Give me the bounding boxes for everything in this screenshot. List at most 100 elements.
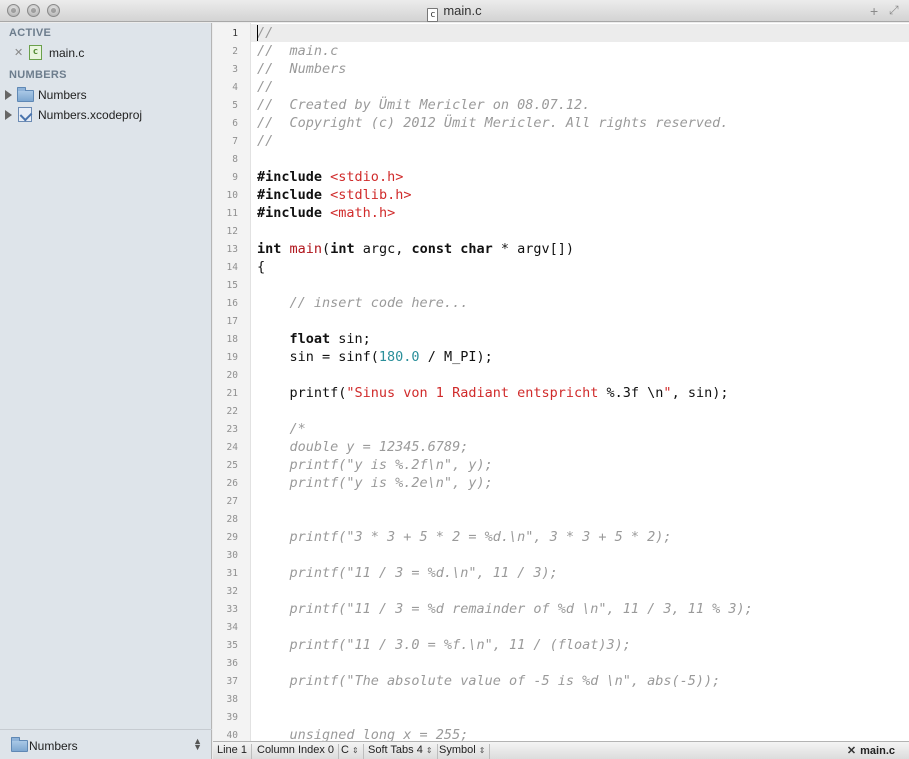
line-number: 14 [226, 262, 238, 273]
xcodeproj-icon [18, 107, 32, 122]
line-number: 9 [232, 172, 238, 183]
code-line: unsigned long x = 255; [257, 727, 469, 741]
line-number: 3 [232, 64, 238, 75]
text-caret [257, 25, 258, 41]
tab-size-selector[interactable]: Soft Tabs 4 ⇕ [364, 744, 438, 759]
code-line: float sin; [289, 331, 371, 347]
project-selector[interactable]: Numbers ▲ ▼ [0, 729, 212, 759]
code-line: // Copyright (c) 2012 Ümit Mericler. All… [257, 115, 729, 131]
code-line: printf("3 * 3 + 5 * 2 = %d.\n", 3 * 3 + … [257, 529, 672, 545]
code-line: #include <stdio.h> [257, 169, 404, 185]
code-line: #include <stdlib.h> [257, 187, 412, 203]
line-number: 11 [226, 208, 238, 219]
code-line: printf("Sinus von 1 Radiant entspricht %… [257, 385, 729, 401]
add-icon[interactable]: + [870, 3, 878, 19]
line-number: 23 [226, 424, 238, 435]
line-number: 2 [232, 46, 238, 57]
current-line-highlight [213, 24, 909, 42]
line-number: 15 [226, 280, 238, 291]
line-number: 22 [226, 406, 238, 417]
code-line: sin = sinf(180.0 / M_PI); [257, 349, 493, 365]
line-indicator-text: Line 1 [217, 744, 247, 756]
code-line: // main.c [257, 43, 339, 59]
code-line: { [257, 259, 266, 275]
symbol-selector-text: Symbol [439, 744, 476, 756]
line-number: 6 [232, 118, 238, 129]
folder-icon [11, 737, 28, 752]
code-line: // [257, 79, 274, 95]
code-line: printf("11 / 3 = %d remainder of %d \n",… [257, 601, 753, 617]
line-number: 1 [232, 28, 238, 39]
code-line: // [257, 133, 274, 149]
code-line: int main(int argc, const char * argv[]) [257, 241, 575, 257]
code-line: // [257, 25, 274, 41]
active-section-header: ACTIVE [9, 27, 52, 39]
code-editor[interactable]: 1 // 2 // main.c 3 // Numbers 4 // 5 // Created b… [213, 23, 909, 741]
line-number: 12 [226, 226, 238, 237]
line-number-gutter [213, 23, 251, 741]
sidebar: ACTIVE ✕ c main.c NUMBERS Numbers Number… [0, 23, 212, 759]
code-line: // Numbers [257, 61, 347, 77]
syntax-selector-text: C [341, 744, 349, 756]
line-number: 21 [226, 388, 238, 399]
line-number: 16 [226, 298, 238, 309]
code-line: // Created by Ümit Mericler on 08.07.12. [257, 97, 591, 113]
line-number: 33 [226, 604, 238, 615]
syntax-selector[interactable]: C ⇕ [337, 744, 364, 759]
code-line: printf("y is %.2e\n", y); [257, 475, 493, 491]
line-number: 25 [226, 460, 238, 471]
symbol-selector[interactable]: Symbol ⇕ [435, 744, 491, 759]
line-number: 29 [226, 532, 238, 543]
code-line: printf("11 / 3.0 = %f.\n", 11 / (float)3… [257, 637, 631, 653]
line-number: 40 [226, 730, 238, 741]
code-line: printf("11 / 3 = %d.\n", 11 / 3); [257, 565, 558, 581]
line-number: 31 [226, 568, 238, 579]
updown-arrows-icon: ⇕ [351, 746, 359, 755]
status-bar: Line 1 Column Index 0 C ⇕ Soft Tabs 4 ⇕ Sy… [213, 741, 909, 759]
line-number: 20 [226, 370, 238, 381]
line-number: 36 [226, 658, 238, 669]
current-file-label: main.c [860, 745, 895, 757]
line-number: 32 [226, 586, 238, 597]
c-file-icon: c [29, 45, 42, 60]
line-number: 28 [226, 514, 238, 525]
code-line: double y = 12345.6789; [257, 439, 469, 455]
sidebar-item-label: Numbers [38, 88, 87, 102]
open-file-item[interactable]: ✕ c main.c [0, 44, 212, 62]
line-number: 24 [226, 442, 238, 453]
code-line: /* [257, 421, 306, 437]
project-section-header: NUMBERS [9, 69, 67, 81]
close-file-icon[interactable]: ✕ [14, 46, 23, 59]
disclosure-triangle-icon[interactable] [5, 110, 12, 120]
column-indicator: Column Index 0 [253, 744, 340, 759]
line-number: 38 [226, 694, 238, 705]
line-number: 10 [226, 190, 238, 201]
disclosure-triangle-icon[interactable] [5, 90, 12, 100]
line-number: 26 [226, 478, 238, 489]
sidebar-item-xcodeproj[interactable]: Numbers.xcodeproj [0, 106, 212, 124]
close-file-icon[interactable]: ✕ [847, 745, 856, 757]
line-number: 8 [232, 154, 238, 165]
window-title-text: main.c [443, 3, 482, 18]
line-number: 35 [226, 640, 238, 651]
tab-size-selector-text: Soft Tabs 4 [368, 744, 423, 756]
code-line: #include <math.h> [257, 205, 396, 221]
sidebar-item-numbers-folder[interactable]: Numbers [0, 86, 212, 104]
sidebar-item-label: Numbers.xcodeproj [38, 108, 143, 122]
line-number: 30 [226, 550, 238, 561]
line-number: 34 [226, 622, 238, 633]
line-number: 5 [232, 100, 238, 111]
window-title: c main.c [0, 3, 909, 22]
line-number: 39 [226, 712, 238, 723]
line-indicator: Line 1 [213, 744, 252, 759]
current-file-tab[interactable]: ✕ main.c [847, 744, 895, 757]
c-file-icon: c [427, 8, 439, 22]
fullscreen-icon[interactable]: ⤢ [889, 3, 899, 18]
column-indicator-text: Column Index 0 [257, 744, 335, 756]
line-number: 4 [232, 82, 238, 93]
updown-arrows-icon: ▲ ▼ [193, 736, 202, 752]
line-number: 27 [226, 496, 238, 507]
title-bar: c main.c + ⤢ [0, 0, 909, 22]
line-number: 17 [226, 316, 238, 327]
line-number: 13 [226, 244, 238, 255]
